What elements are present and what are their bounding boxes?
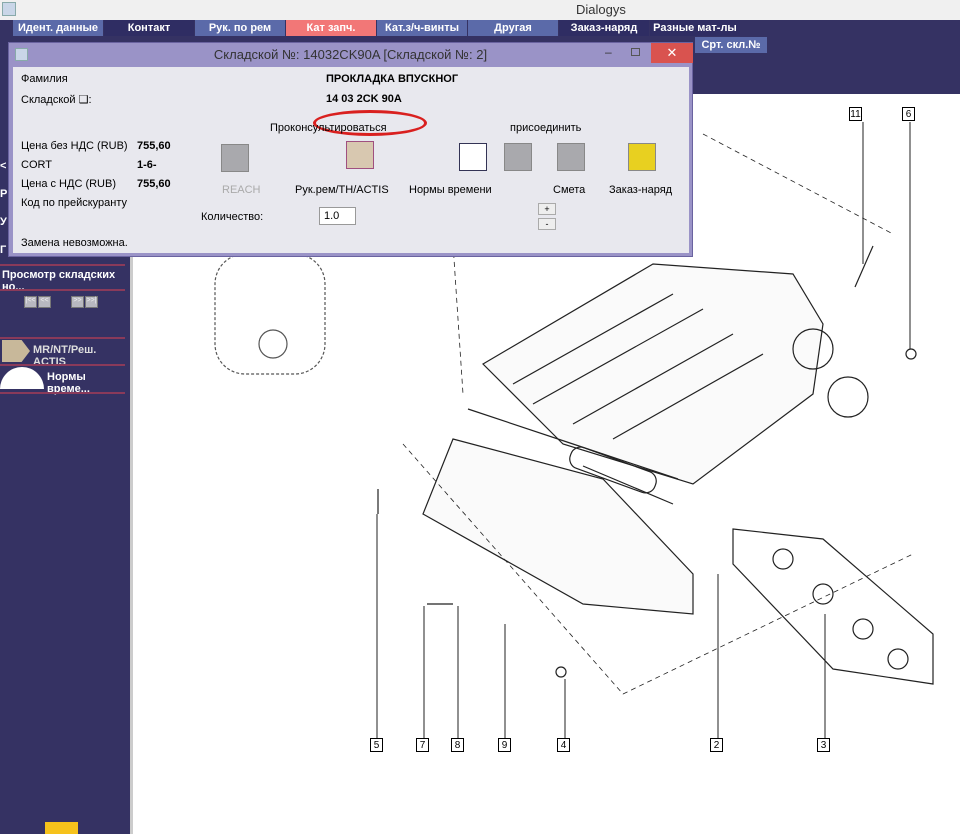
app-title: Dialogys	[576, 2, 626, 17]
callout-3[interactable]: 3	[817, 738, 830, 752]
callout-11[interactable]: 11	[849, 107, 862, 121]
callout-9[interactable]: 9	[498, 738, 511, 752]
quantity-label: Количество:	[201, 211, 264, 223]
tab-contact[interactable]: Контакт	[104, 20, 195, 36]
divider	[0, 289, 125, 291]
sidebar-clipped-item[interactable]: Г	[0, 244, 6, 256]
next-button[interactable]: >>	[71, 296, 84, 308]
norms-item[interactable]: Нормы време...	[0, 365, 125, 395]
estimate-label[interactable]: Смета	[553, 184, 585, 196]
stock-value: 14 03 2CK 90A	[326, 93, 402, 105]
reach-label[interactable]: REACH	[222, 184, 261, 196]
subtab-stock-number[interactable]: Срт. скл.№	[695, 37, 767, 53]
price-gross-label: Цена с НДС (RUB)	[21, 178, 117, 190]
actis-item[interactable]: MR/NT/Реш. ACTIS	[0, 338, 125, 368]
work-order-label[interactable]: Заказ-наряд	[609, 184, 672, 196]
engine-sketch	[214, 253, 326, 375]
maximize-button[interactable]	[631, 48, 640, 56]
time-norms-label[interactable]: Нормы времени	[409, 184, 492, 196]
price-gross-value: 755,60	[137, 178, 171, 190]
stock-label: Складской ❑:	[21, 94, 92, 106]
attach-label: присоединить	[510, 122, 582, 134]
clock-icon	[0, 367, 44, 389]
callout-8[interactable]: 8	[451, 738, 464, 752]
estimate-icon[interactable]	[557, 143, 585, 171]
tab-ident[interactable]: Идент. данные	[13, 20, 104, 36]
sidebar-clipped-item[interactable]: <	[0, 160, 6, 172]
repair-manual-icon[interactable]	[346, 141, 374, 169]
family-value: ПРОКЛАДКА ВПУСКНОГ	[326, 73, 459, 85]
dialog-body: Фамилия ПРОКЛАДКА ВПУСКНОГ Складской ❑: …	[13, 67, 689, 253]
callout-5[interactable]: 5	[370, 738, 383, 752]
wrench-icon	[2, 340, 30, 362]
decrement-button[interactable]: -	[538, 218, 556, 230]
quantity-input[interactable]: 1.0	[319, 207, 356, 225]
time-norms-icon[interactable]	[459, 143, 487, 171]
callout-7[interactable]: 7	[416, 738, 429, 752]
tab-misc[interactable]: Разные мат-лы	[650, 20, 741, 36]
callout-4[interactable]: 4	[557, 738, 570, 752]
java-icon	[2, 2, 16, 16]
tab-other[interactable]: Другая	[468, 20, 559, 36]
divider	[0, 264, 125, 266]
family-label: Фамилия	[21, 73, 68, 85]
renault-logo	[45, 822, 78, 834]
price-net-value: 755,60	[137, 140, 171, 152]
cort-value: 1-6-	[137, 159, 157, 171]
replacement-status: Замена невозможна.	[21, 237, 128, 249]
prev-button[interactable]: <<	[38, 296, 51, 308]
tab-work-order[interactable]: Заказ-наряд	[559, 20, 650, 36]
divider	[0, 392, 125, 394]
intake-manifold	[482, 263, 869, 485]
work-order-icon[interactable]	[628, 143, 656, 171]
price-net-label: Цена без НДС (RUB)	[21, 140, 128, 152]
sidebar-clipped-item[interactable]: Р	[0, 188, 7, 200]
repair-manual-label[interactable]: Рук.рем/TH/ACTIS	[295, 184, 389, 196]
minimize-button[interactable]: –	[605, 45, 612, 59]
tab-screws[interactable]: Кат.з/ч-винты	[377, 20, 468, 36]
pricelist-code-label: Код по прейскуранту	[21, 197, 128, 209]
dialog-title: Складской №: 14032CK90A [Складской №: 2]	[213, 47, 488, 62]
consult-label: Проконсультироваться	[270, 122, 387, 134]
first-button[interactable]: |<<	[24, 296, 37, 308]
exhaust-gasket	[732, 528, 934, 685]
sidebar-clipped-item[interactable]: У	[0, 216, 7, 228]
reach-icon[interactable]	[221, 144, 249, 172]
part-details-dialog: Складской №: 14032CK90A [Складской №: 2]…	[8, 42, 693, 257]
increment-button[interactable]: +	[538, 203, 556, 215]
window-titlebar: Dialogys	[0, 0, 960, 20]
close-button[interactable]: ✕	[651, 43, 693, 63]
last-button[interactable]: >>|	[85, 296, 98, 308]
callout-2[interactable]: 2	[710, 738, 723, 752]
attach-icon[interactable]	[504, 143, 532, 171]
callout-6[interactable]: 6	[902, 107, 915, 121]
cort-label: CORT	[21, 159, 52, 171]
tab-repair[interactable]: Рук. по рем	[195, 20, 286, 36]
tab-parts-catalog[interactable]: Кат запч.	[286, 20, 377, 36]
main-tabs: Идент. данные Контакт Рук. по рем Кат за…	[13, 20, 741, 36]
